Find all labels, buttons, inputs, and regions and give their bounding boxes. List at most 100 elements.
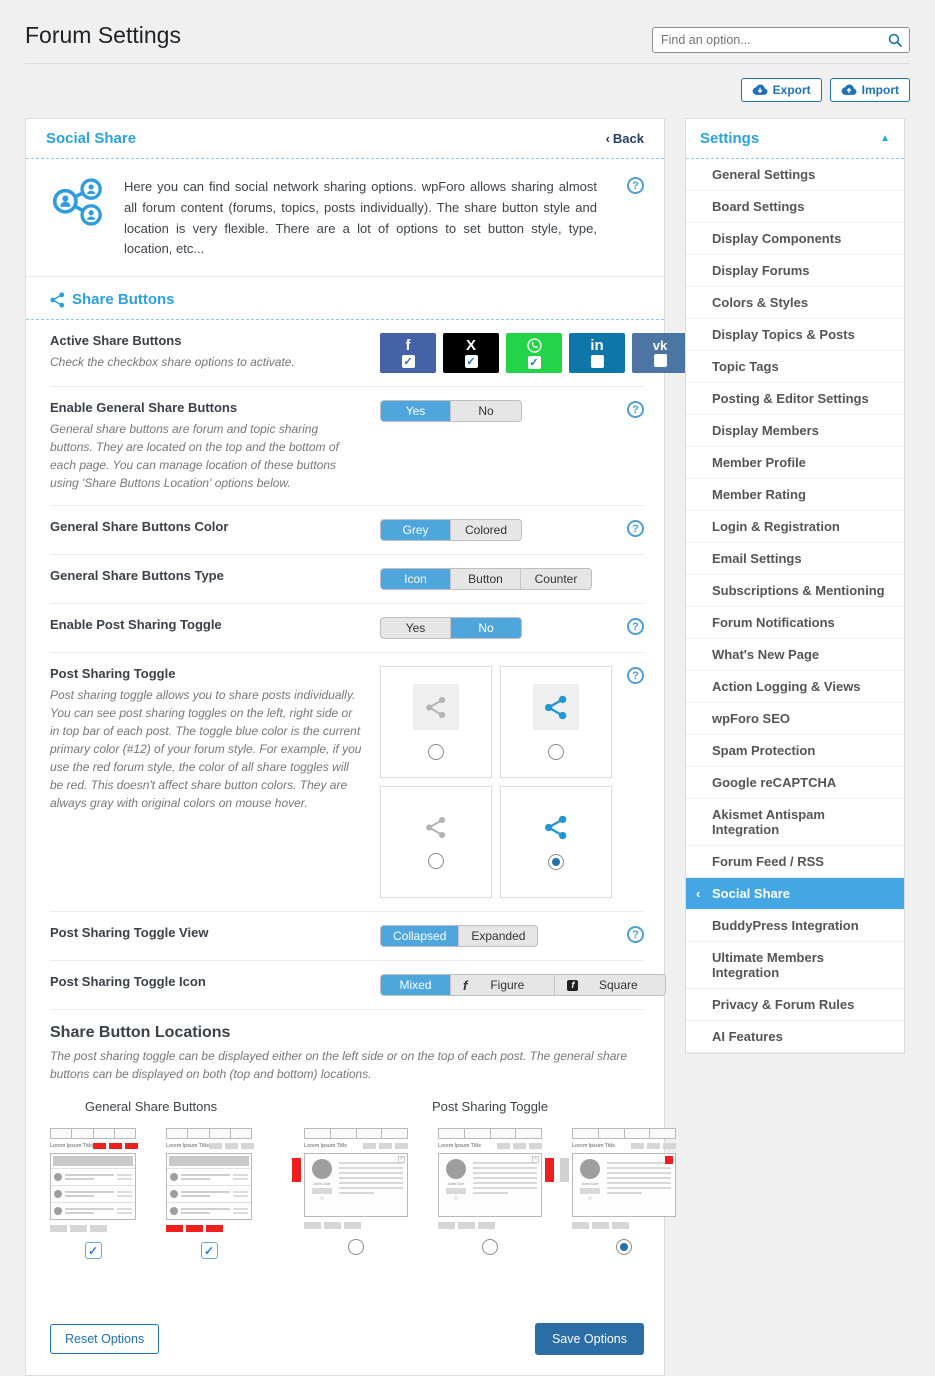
help-icon[interactable]: [627, 520, 644, 537]
share-icon-grey: [425, 696, 447, 719]
social-share-button[interactable]: [506, 333, 562, 373]
social-activate-checkbox[interactable]: [402, 355, 415, 368]
sidebar-item[interactable]: ‹ Privacy & Forum Rules: [686, 989, 904, 1021]
top-toggle-highlight: [665, 1156, 673, 1164]
location-bottom-checkbox[interactable]: [201, 1242, 218, 1259]
social-share-panel: Social Share ‹Back Here you can find soc…: [25, 118, 665, 1376]
toggle-option-square[interactable]: fSquare: [555, 975, 665, 995]
sidebar-item[interactable]: ‹ Subscriptions & Mentioning: [686, 575, 904, 607]
toggle-option-grey[interactable]: Grey: [381, 520, 451, 540]
social-share-button[interactable]: vk: [632, 333, 688, 373]
toggle-style-option-blue-plain[interactable]: [500, 786, 612, 898]
sidebar-item[interactable]: ‹ Spam Protection: [686, 735, 904, 767]
toggle-style-radio[interactable]: [548, 744, 564, 760]
settings-rows: Active Share Buttons Check the checkbox …: [26, 320, 664, 1289]
social-share-button[interactable]: X: [443, 333, 499, 373]
row-post-sharing-toggle-icon: Post Sharing Toggle Icon Mixed fFigure f…: [50, 961, 644, 1010]
toggle-option-figure[interactable]: fFigure: [451, 975, 555, 995]
row-general-share-buttons-type: General Share Buttons Type Icon Button C…: [50, 555, 644, 604]
toggle-option-counter[interactable]: Counter: [521, 569, 591, 589]
buttons-type-toggle: Icon Button Counter: [380, 568, 592, 590]
sidebar-item[interactable]: ‹ General Settings: [686, 159, 904, 191]
back-link[interactable]: ‹Back: [606, 131, 644, 146]
help-icon[interactable]: [627, 618, 644, 635]
sidebar-item[interactable]: ‹ Member Rating: [686, 479, 904, 511]
sidebar-item[interactable]: ‹ Colors & Styles: [686, 287, 904, 319]
sidebar-item[interactable]: ‹ Forum Notifications: [686, 607, 904, 639]
location-option-bottom: Lorem Ipsum Title: [166, 1128, 252, 1259]
sidebar-item[interactable]: ‹ What's New Page: [686, 639, 904, 671]
mockup-general-top: Lorem Ipsum Title: [50, 1128, 136, 1232]
toggle-style-option-blue-boxed[interactable]: [500, 666, 612, 778]
toggle-option-no[interactable]: No: [451, 401, 521, 421]
toggle-option-no[interactable]: No: [451, 618, 521, 638]
row-title: Enable General Share Buttons: [50, 400, 362, 415]
help-icon[interactable]: [627, 177, 644, 194]
toggle-option-yes[interactable]: Yes: [381, 618, 451, 638]
sidebar-item[interactable]: ‹ Display Components: [686, 223, 904, 255]
import-button[interactable]: Import: [830, 78, 910, 102]
settings-sidebar: Settings ▲ ‹ General Settings ‹ Board Se…: [685, 118, 905, 1054]
sidebar-item[interactable]: ‹ Board Settings: [686, 191, 904, 223]
facebook-f-icon: f: [463, 978, 467, 993]
sidebar-item[interactable]: ‹ Ultimate Members Integration: [686, 942, 904, 989]
sidebar-item[interactable]: ‹ Topic Tags: [686, 351, 904, 383]
row-description: The post sharing toggle can be displayed…: [50, 1047, 644, 1083]
toggle-style-radio[interactable]: [548, 854, 564, 870]
reset-options-button[interactable]: Reset Options: [50, 1324, 159, 1354]
location-top-checkbox[interactable]: [85, 1242, 102, 1259]
sidebar-item[interactable]: ‹ Member Profile: [686, 447, 904, 479]
toggle-style-option-grey-boxed[interactable]: [380, 666, 492, 778]
social-activate-checkbox[interactable]: [465, 355, 478, 368]
social-activate-checkbox[interactable]: [528, 356, 541, 369]
toggle-option-expanded[interactable]: Expanded: [459, 926, 537, 946]
sidebar-item[interactable]: ‹ Akismet Antispam Integration: [686, 799, 904, 846]
sidebar-item[interactable]: ‹ Posting & Editor Settings: [686, 383, 904, 415]
search-input[interactable]: [661, 33, 887, 47]
save-options-button[interactable]: Save Options: [535, 1323, 644, 1355]
help-icon[interactable]: [627, 667, 644, 684]
sidebar-item[interactable]: ‹ Display Topics & Posts: [686, 319, 904, 351]
sidebar-item[interactable]: ‹ Social Share: [686, 878, 904, 910]
social-share-button[interactable]: in: [569, 333, 625, 373]
sidebar-item[interactable]: ‹ Action Logging & Views: [686, 671, 904, 703]
share-nodes-icon: [50, 292, 65, 308]
toggle-style-radio[interactable]: [428, 744, 444, 760]
toggle-location-top-radio[interactable]: [616, 1239, 632, 1255]
sidebar-item[interactable]: ‹ Display Members: [686, 415, 904, 447]
export-button[interactable]: Export: [741, 78, 822, 102]
mockup-general-bottom: Lorem Ipsum Title: [166, 1128, 252, 1232]
sidebar-item[interactable]: ‹ BuddyPress Integration: [686, 910, 904, 942]
toggle-style-radio[interactable]: [428, 853, 444, 869]
toggle-option-icon[interactable]: Icon: [381, 569, 451, 589]
sidebar-item[interactable]: ‹ Login & Registration: [686, 511, 904, 543]
help-icon[interactable]: [627, 401, 644, 418]
toggle-option-collapsed[interactable]: Collapsed: [381, 926, 459, 946]
mockup-toggle-right: Lorem Ipsum Title ✕ John Doe☆: [438, 1128, 542, 1229]
toggle-location-left-radio[interactable]: [348, 1239, 364, 1255]
sidebar-item[interactable]: ‹ Google reCAPTCHA: [686, 767, 904, 799]
header-divider: [25, 63, 910, 64]
sidebar-item[interactable]: ‹ AI Features: [686, 1021, 904, 1053]
search-icon[interactable]: [887, 32, 903, 48]
social-logo-icon: X: [466, 338, 476, 353]
toggle-option-yes[interactable]: Yes: [381, 401, 451, 421]
toggle-option-mixed[interactable]: Mixed: [381, 975, 451, 995]
help-icon[interactable]: [627, 926, 644, 943]
row-post-sharing-toggle: Post Sharing Toggle Post sharing toggle …: [50, 653, 644, 912]
row-enable-general-share-buttons: Enable General Share Buttons General sha…: [50, 387, 644, 506]
toggle-option-colored[interactable]: Colored: [451, 520, 521, 540]
sidebar-item[interactable]: ‹ Email Settings: [686, 543, 904, 575]
social-activate-checkbox[interactable]: [654, 354, 667, 367]
toggle-option-button[interactable]: Button: [451, 569, 521, 589]
toggle-location-right-radio[interactable]: [482, 1239, 498, 1255]
toggle-style-option-grey-plain[interactable]: [380, 786, 492, 898]
sidebar-item[interactable]: ‹ Display Forums: [686, 255, 904, 287]
cloud-upload-icon: [841, 84, 857, 96]
collapse-triangle-icon[interactable]: ▲: [880, 133, 890, 144]
sidebar-item[interactable]: ‹ wpForo SEO: [686, 703, 904, 735]
social-share-button[interactable]: f: [380, 333, 436, 373]
sidebar-item[interactable]: ‹ Forum Feed / RSS: [686, 846, 904, 878]
social-activate-checkbox[interactable]: [591, 355, 604, 368]
option-search-box[interactable]: [652, 27, 910, 53]
